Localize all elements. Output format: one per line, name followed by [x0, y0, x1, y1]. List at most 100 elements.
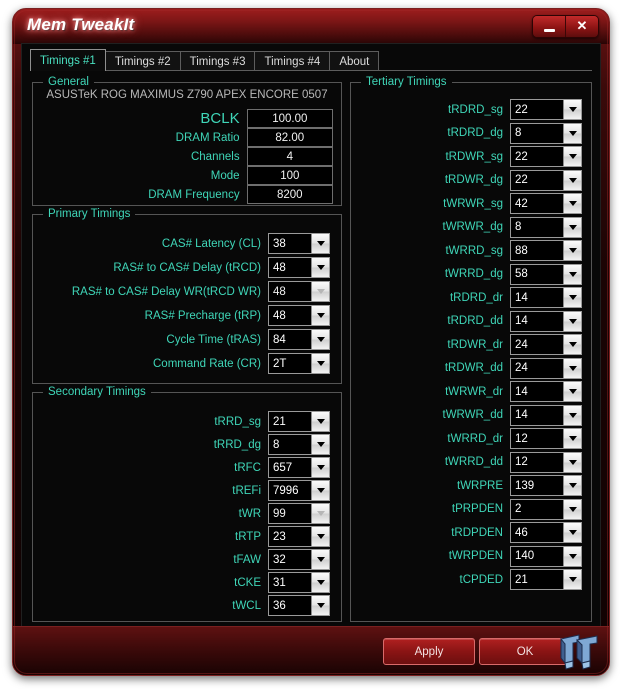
timing-combobox[interactable]: 8 [510, 122, 582, 144]
timing-combobox[interactable]: 22 [510, 99, 582, 120]
timing-combobox[interactable]: 12 [510, 451, 582, 473]
timing-combobox[interactable]: 8 [268, 434, 330, 455]
tab-timings-4[interactable]: Timings #4 [254, 51, 331, 71]
timing-combobox[interactable]: 7996 [268, 480, 330, 501]
timing-value[interactable]: 84 [269, 330, 311, 349]
timing-value[interactable]: 14 [511, 311, 563, 331]
chevron-down-icon[interactable] [563, 123, 581, 143]
timing-combobox[interactable]: 140 [510, 545, 582, 567]
timing-value[interactable]: 22 [511, 147, 563, 166]
chevron-down-icon[interactable] [563, 100, 581, 119]
timing-value[interactable]: 8 [511, 123, 563, 143]
timing-combobox[interactable]: 14 [510, 404, 582, 426]
timing-combobox[interactable]: 8 [510, 216, 582, 238]
chevron-down-icon[interactable] [311, 330, 329, 349]
timing-combobox[interactable]: 24 [510, 334, 582, 355]
timing-combobox[interactable]: 58 [510, 263, 582, 285]
timing-combobox[interactable]: 14 [510, 381, 582, 402]
timing-combobox[interactable]: 36 [268, 595, 330, 616]
chevron-down-icon[interactable] [311, 596, 329, 615]
chevron-down-icon[interactable] [563, 311, 581, 331]
timing-value[interactable]: 42 [511, 194, 563, 213]
chevron-down-icon[interactable] [563, 194, 581, 213]
chevron-down-icon[interactable] [563, 382, 581, 401]
tab-timings-2[interactable]: Timings #2 [104, 51, 181, 71]
chevron-down-icon[interactable] [563, 452, 581, 472]
timing-value[interactable]: 12 [511, 452, 563, 472]
timing-combobox[interactable]: 2 [510, 498, 582, 520]
timing-combobox[interactable]: 24 [510, 357, 582, 379]
timing-combobox[interactable]: 38 [268, 233, 330, 254]
timing-value[interactable]: 38 [269, 234, 311, 253]
tab-about[interactable]: About [329, 51, 380, 71]
chevron-down-icon[interactable] [311, 481, 329, 500]
tab-timings-1[interactable]: Timings #1 [30, 49, 106, 71]
timing-combobox[interactable]: 2T [268, 353, 330, 374]
chevron-down-icon[interactable] [563, 335, 581, 354]
timing-value[interactable]: 36 [269, 596, 311, 615]
timing-value[interactable]: 8 [511, 217, 563, 237]
timing-combobox[interactable]: 31 [268, 572, 330, 593]
timing-combobox[interactable]: 657 [268, 457, 330, 478]
timing-value[interactable]: 58 [511, 264, 563, 284]
timing-value[interactable]: 48 [269, 258, 311, 277]
timing-combobox[interactable]: 14 [510, 287, 582, 308]
timing-value[interactable]: 2 [511, 499, 563, 519]
timing-combobox[interactable]: 22 [510, 146, 582, 167]
chevron-down-icon[interactable] [311, 306, 329, 325]
chevron-down-icon[interactable] [311, 458, 329, 477]
timing-combobox[interactable]: 22 [510, 169, 582, 191]
timing-value[interactable]: 88 [511, 241, 563, 260]
timing-combobox[interactable]: 23 [268, 526, 330, 547]
timing-value[interactable]: 46 [511, 523, 563, 542]
timing-value[interactable]: 14 [511, 382, 563, 401]
timing-value[interactable]: 22 [511, 170, 563, 190]
timing-combobox[interactable]: 42 [510, 193, 582, 214]
timing-value[interactable]: 2T [269, 354, 311, 373]
chevron-down-icon[interactable] [311, 258, 329, 277]
timing-combobox[interactable]: 48 [268, 257, 330, 278]
chevron-down-icon[interactable] [563, 405, 581, 425]
timing-value[interactable]: 8 [269, 435, 311, 454]
chevron-down-icon[interactable] [563, 288, 581, 307]
timing-combobox[interactable]: 14 [510, 310, 582, 332]
chevron-down-icon[interactable] [563, 429, 581, 448]
timing-value[interactable]: 139 [511, 476, 563, 495]
chevron-down-icon[interactable] [311, 527, 329, 546]
timing-value[interactable]: 32 [269, 550, 311, 569]
chevron-down-icon[interactable] [311, 234, 329, 253]
timing-combobox[interactable]: 32 [268, 549, 330, 570]
chevron-down-icon[interactable] [563, 147, 581, 166]
timing-combobox[interactable]: 21 [510, 569, 582, 590]
tab-timings-3[interactable]: Timings #3 [179, 51, 256, 71]
chevron-down-icon[interactable] [311, 573, 329, 592]
timing-value[interactable]: 31 [269, 573, 311, 592]
chevron-down-icon[interactable] [563, 217, 581, 237]
chevron-down-icon[interactable] [563, 499, 581, 519]
apply-button[interactable]: Apply [383, 638, 475, 665]
timing-value[interactable]: 14 [511, 288, 563, 307]
chevron-down-icon[interactable] [563, 264, 581, 284]
timing-value[interactable]: 48 [269, 306, 311, 325]
timing-value[interactable]: 21 [269, 412, 311, 431]
chevron-down-icon[interactable] [311, 550, 329, 569]
chevron-down-icon[interactable] [563, 523, 581, 542]
chevron-down-icon[interactable] [311, 435, 329, 454]
close-button[interactable]: ✕ [566, 16, 598, 37]
timing-value[interactable]: 7996 [269, 481, 311, 500]
timing-combobox[interactable]: 84 [268, 329, 330, 350]
timing-value[interactable]: 24 [511, 358, 563, 378]
chevron-down-icon[interactable] [563, 546, 581, 566]
timing-value[interactable]: 22 [511, 100, 563, 119]
chevron-down-icon[interactable] [311, 412, 329, 431]
timing-combobox[interactable]: 139 [510, 475, 582, 496]
chevron-down-icon[interactable] [563, 570, 581, 589]
timing-value[interactable]: 140 [511, 546, 563, 566]
timing-value[interactable]: 24 [511, 335, 563, 354]
timing-combobox[interactable]: 88 [510, 240, 582, 261]
minimize-button[interactable] [533, 16, 566, 37]
chevron-down-icon[interactable] [563, 170, 581, 190]
chevron-down-icon[interactable] [563, 358, 581, 378]
chevron-down-icon[interactable] [563, 241, 581, 260]
timing-value[interactable]: 14 [511, 405, 563, 425]
